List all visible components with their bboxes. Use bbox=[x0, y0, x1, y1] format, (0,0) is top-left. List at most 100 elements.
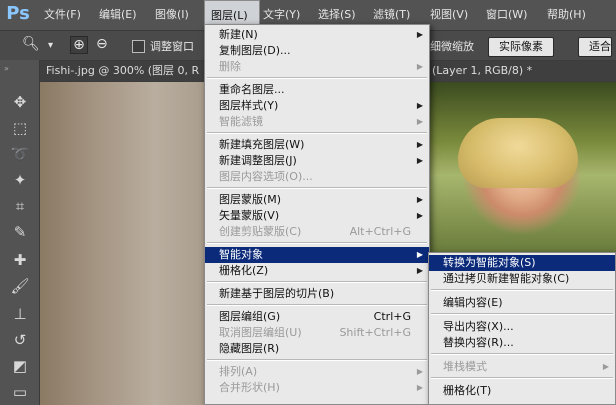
menu-help[interactable]: 帮助(H) bbox=[547, 0, 586, 30]
menu-file[interactable]: 文件(F) bbox=[44, 0, 81, 30]
layer-menu-item-label: 删除 bbox=[219, 60, 241, 73]
document-tab[interactable]: Fishi-.jpg @ 300% (图层 0, R bbox=[40, 61, 206, 81]
submenu-arrow-icon: ▶ bbox=[416, 30, 423, 39]
resize-window-label: 调整窗口 bbox=[150, 40, 194, 53]
stamp-icon[interactable]: ⊥ bbox=[10, 304, 30, 324]
smart-object-menu-separator bbox=[431, 289, 613, 291]
eyedropper-icon[interactable]: ✎ bbox=[10, 222, 30, 242]
layer-menu-item-label: 新建基于图层的切片(B) bbox=[219, 287, 335, 300]
layer-menu-item[interactable]: 智能对象 ▶ bbox=[205, 247, 429, 263]
zoom-out-icon[interactable]: ⊖ bbox=[96, 36, 108, 52]
layer-menu-item: 创建剪贴蒙版(C) Alt+Ctrl+G bbox=[205, 224, 429, 240]
layer-menu-item-label: 图层样式(Y) bbox=[219, 99, 279, 112]
gradient-icon[interactable]: ▭ bbox=[10, 382, 30, 402]
smart-object-menu-item[interactable]: 替换内容(R)... bbox=[429, 335, 615, 351]
history-brush-icon[interactable]: ↺ bbox=[10, 330, 30, 350]
layer-menu-item: 图层内容选项(O)... bbox=[205, 169, 429, 185]
panel-collapse-icon[interactable]: » bbox=[4, 64, 9, 73]
layer-menu-item[interactable]: 新建填充图层(W) ▶ bbox=[205, 137, 429, 153]
smart-object-menu-item-label: 通过拷贝新建智能对象(C) bbox=[443, 272, 570, 285]
menu-window[interactable]: 窗口(W) bbox=[486, 0, 527, 30]
layer-menu-item-shortcut: Alt+Ctrl+G bbox=[349, 225, 411, 238]
layer-menu-item[interactable]: 新建(N) ▶ bbox=[205, 27, 429, 43]
brush-icon[interactable]: 🖌︎ bbox=[10, 276, 30, 296]
layer-menu-item-label: 隐藏图层(R) bbox=[219, 342, 280, 355]
submenu-arrow-icon: ▶ bbox=[416, 250, 423, 259]
layer-menu-item-label: 图层编组(G) bbox=[219, 310, 281, 323]
smart-object-menu-item[interactable]: 转换为智能对象(S) bbox=[429, 255, 615, 271]
lasso-icon[interactable]: ➰ bbox=[10, 144, 30, 164]
layer-menu-item[interactable]: 重命名图层... bbox=[205, 82, 429, 98]
layer-menu-item-label: 复制图层(D)... bbox=[219, 44, 291, 57]
menu-image[interactable]: 图像(I) bbox=[155, 0, 189, 30]
submenu-arrow-icon: ▶ bbox=[602, 362, 609, 371]
layer-menu-item-label: 智能滤镜 bbox=[219, 115, 263, 128]
layer-menu-item-label: 排列(A) bbox=[219, 365, 258, 378]
layer-menu-separator bbox=[207, 132, 427, 134]
submenu-arrow-icon: ▶ bbox=[416, 367, 423, 376]
dropdown-chevron-icon[interactable]: ▾ bbox=[48, 40, 53, 51]
layer-menu-item[interactable]: 矢量蒙版(V) ▶ bbox=[205, 208, 429, 224]
smart-object-menu-item-label: 堆栈模式 bbox=[443, 360, 487, 373]
smart-object-menu-item-label: 导出内容(X)... bbox=[443, 320, 514, 333]
crop-icon[interactable]: ⌗ bbox=[10, 196, 30, 216]
submenu-arrow-icon: ▶ bbox=[416, 156, 423, 165]
zoom-in-icon[interactable]: ⊕ bbox=[70, 36, 88, 54]
marquee-icon[interactable]: ⬚ bbox=[10, 118, 30, 138]
smart-object-menu-item[interactable]: 栅格化(T) bbox=[429, 383, 615, 399]
document-tab-title-tail[interactable]: (Layer 1, RGB/8) * bbox=[428, 61, 616, 81]
layer-menu-separator bbox=[207, 242, 427, 244]
layer-menu-item-label: 新建填充图层(W) bbox=[219, 138, 305, 151]
smart-object-menu-separator bbox=[431, 377, 613, 379]
layer-menu-item[interactable]: 复制图层(D)... bbox=[205, 43, 429, 59]
layer-menu-separator bbox=[207, 304, 427, 306]
layer-menu-item: 合并形状(H) ▶ bbox=[205, 380, 429, 396]
layer-menu-item[interactable]: 图层样式(Y) ▶ bbox=[205, 98, 429, 114]
scrubby-zoom-label[interactable]: 细微缩放 bbox=[430, 38, 474, 54]
layer-menu-item-label: 创建剪贴蒙版(C) bbox=[219, 225, 302, 238]
smart-object-menu-item[interactable]: 通过拷贝新建智能对象(C) bbox=[429, 271, 615, 287]
healing-icon[interactable]: ✚ bbox=[10, 250, 30, 270]
menu-edit[interactable]: 编辑(E) bbox=[99, 0, 137, 30]
zoom-tool-icon[interactable]: 🔍︎ bbox=[22, 36, 40, 52]
submenu-arrow-icon: ▶ bbox=[416, 266, 423, 275]
move-icon[interactable]: ✥ bbox=[10, 92, 30, 112]
eraser-icon[interactable]: ◩ bbox=[10, 356, 30, 376]
layer-menu-item[interactable]: 新建基于图层的切片(B) bbox=[205, 286, 429, 302]
actual-pixels-button[interactable]: 实际像素 bbox=[488, 37, 554, 57]
layer-menu-item-label: 图层内容选项(O)... bbox=[219, 170, 313, 183]
smart-object-menu-separator bbox=[431, 353, 613, 355]
layer-menu-item[interactable]: 图层编组(G) Ctrl+G bbox=[205, 309, 429, 325]
layer-menu-item-label: 智能对象 bbox=[219, 248, 263, 261]
layer-menu-item-label: 重命名图层... bbox=[219, 83, 285, 96]
smart-object-menu-item: 堆栈模式 ▶ bbox=[429, 359, 615, 375]
submenu-arrow-icon: ▶ bbox=[416, 140, 423, 149]
menu-view[interactable]: 视图(V) bbox=[430, 0, 468, 30]
smart-object-submenu: 转换为智能对象(S) 通过拷贝新建智能对象(C) 编辑内容(E) 导出内容(X)...… bbox=[428, 252, 616, 405]
layer-menu-item-label: 矢量蒙版(V) bbox=[219, 209, 280, 222]
layer-menu-item-shortcut: Ctrl+G bbox=[373, 310, 411, 323]
layer-menu-separator bbox=[207, 187, 427, 189]
smart-object-menu-item-label: 编辑内容(E) bbox=[443, 296, 503, 309]
submenu-arrow-icon: ▶ bbox=[416, 101, 423, 110]
photoshop-logo-icon: Ps bbox=[6, 3, 30, 24]
layer-menu-item[interactable]: 新建调整图层(J) ▶ bbox=[205, 153, 429, 169]
layer-menu-item[interactable]: 隐藏图层(R) bbox=[205, 341, 429, 357]
smart-object-menu-item[interactable]: 编辑内容(E) bbox=[429, 295, 615, 311]
fit-screen-button[interactable]: 适合 bbox=[578, 37, 612, 57]
layer-dropdown-menu: 新建(N) ▶ 复制图层(D)... 删除 ▶ 重命名图层... 图层样式(Y) ▶ 智能滤镜 ▶… bbox=[204, 24, 430, 405]
layer-menu-item-label: 栅格化(Z) bbox=[219, 264, 269, 277]
layer-menu-item-label: 取消图层编组(U) bbox=[219, 326, 302, 339]
layer-menu-item: 删除 ▶ bbox=[205, 59, 429, 75]
straw-hat-image bbox=[458, 118, 578, 188]
layer-menu-separator bbox=[207, 359, 427, 361]
layer-menu-item: 取消图层编组(U) Shift+Ctrl+G bbox=[205, 325, 429, 341]
layer-menu-item[interactable]: 图层蒙版(M) ▶ bbox=[205, 192, 429, 208]
submenu-arrow-icon: ▶ bbox=[416, 383, 423, 392]
layer-menu-item[interactable]: 栅格化(Z) ▶ bbox=[205, 263, 429, 279]
layer-menu-item-label: 合并形状(H) bbox=[219, 381, 280, 394]
submenu-arrow-icon: ▶ bbox=[416, 195, 423, 204]
smart-object-menu-item[interactable]: 导出内容(X)... bbox=[429, 319, 615, 335]
magic-wand-icon[interactable]: ✦ bbox=[10, 170, 30, 190]
resize-window-checkbox[interactable] bbox=[132, 40, 145, 53]
